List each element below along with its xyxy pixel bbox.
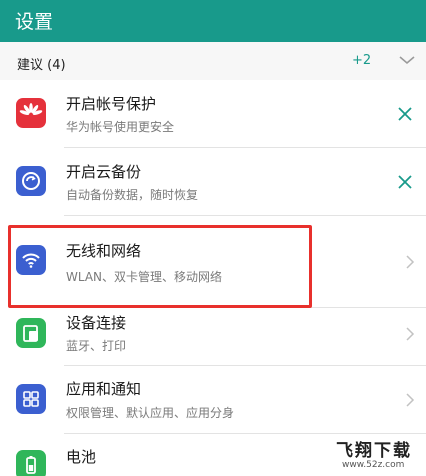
row-subtitle: 华为帐号使用更安全 xyxy=(66,120,175,134)
row-subtitle: 蓝牙、打印 xyxy=(66,339,127,353)
device-connection-icon xyxy=(16,318,46,348)
row-title: 开启帐号保护 xyxy=(66,95,157,113)
list-item-device-connection[interactable]: 设备连接 蓝牙、打印 xyxy=(0,308,426,366)
watermark-text: 飞翔下载 xyxy=(336,441,412,461)
suggestions-label: 建议 (4) xyxy=(17,58,66,73)
chevron-down-icon[interactable] xyxy=(398,53,416,67)
row-subtitle: 自动备份数据，随时恢复 xyxy=(66,188,199,202)
suggestions-header[interactable]: 建议 (4) +2 xyxy=(0,42,426,80)
watermark: 飞翔下载 www.52z.com xyxy=(330,436,422,474)
page-title: 设置 xyxy=(15,11,54,33)
chevron-right-icon xyxy=(406,327,415,341)
row-subtitle: 权限管理、默认应用、应用分身 xyxy=(66,406,235,420)
highlight-box xyxy=(8,225,312,308)
cloud-backup-icon xyxy=(16,166,46,196)
title-bar: 设置 xyxy=(0,0,426,42)
row-title: 开启云备份 xyxy=(66,163,142,181)
chevron-right-icon xyxy=(406,255,415,269)
chevron-right-icon xyxy=(406,393,415,407)
suggestions-more-count[interactable]: +2 xyxy=(352,53,371,68)
huawei-logo-icon xyxy=(16,98,46,128)
apps-icon xyxy=(16,384,46,414)
list-item-account-protection[interactable]: 开启帐号保护 华为帐号使用更安全 xyxy=(0,80,426,148)
watermark-url: www.52z.com xyxy=(342,460,405,470)
row-title: 应用和通知 xyxy=(66,380,142,398)
close-icon[interactable] xyxy=(396,173,414,191)
battery-icon xyxy=(16,450,46,476)
row-title: 电池 xyxy=(66,448,97,466)
close-icon[interactable] xyxy=(396,105,414,123)
row-title: 设备连接 xyxy=(66,314,127,332)
list-item-apps-notifications[interactable]: 应用和通知 权限管理、默认应用、应用分身 xyxy=(0,366,426,434)
list-item-cloud-backup[interactable]: 开启云备份 自动备份数据，随时恢复 xyxy=(0,148,426,216)
